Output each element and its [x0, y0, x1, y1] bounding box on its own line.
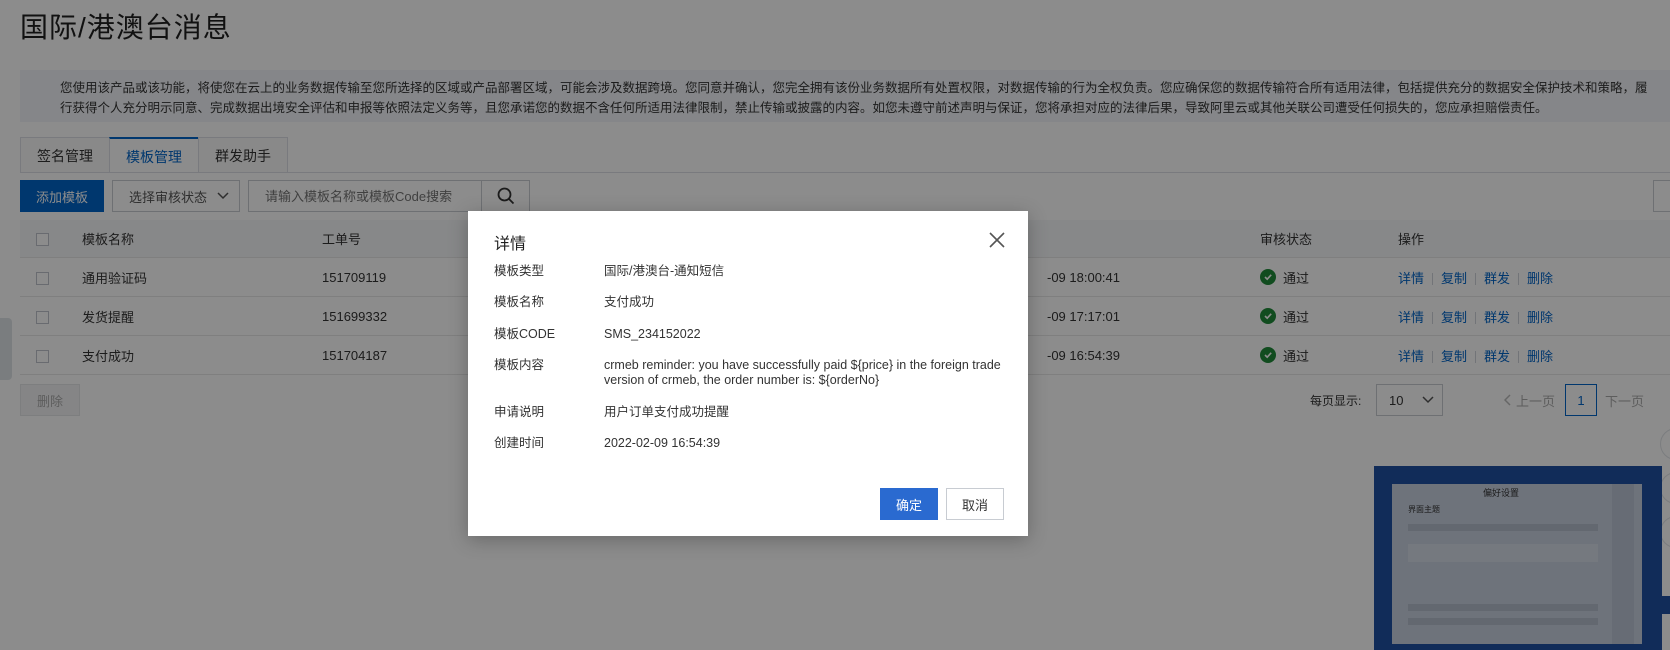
detail-row: 模板名称 支付成功 [494, 295, 1004, 310]
detail-label: 模板CODE [494, 327, 556, 341]
detail-value: 国际/港澳台-通知短信 [604, 264, 725, 278]
detail-label: 模板类型 [494, 264, 545, 278]
detail-dialog: 详情 模板类型 国际/港澳台-通知短信 模板名称 支付成功 模板CODE SMS… [468, 211, 1028, 536]
detail-label: 申请说明 [494, 405, 545, 419]
detail-label: 创建时间 [494, 436, 545, 450]
detail-row: 模板CODE SMS_234152022 [494, 327, 1004, 342]
detail-row: 模板类型 国际/港澳台-通知短信 [494, 264, 1004, 279]
detail-value: 2022-02-09 16:54:39 [604, 436, 721, 450]
detail-row: 申请说明 用户订单支付成功提醒 [494, 405, 1004, 420]
detail-value: 支付成功 [604, 295, 655, 309]
detail-value: crmeb reminder: you have successfully pa… [604, 358, 1001, 387]
close-icon[interactable] [988, 231, 1006, 249]
detail-label: 模板内容 [494, 358, 545, 372]
detail-value: SMS_234152022 [604, 327, 701, 341]
detail-label: 模板名称 [494, 295, 545, 309]
detail-row: 模板内容 crmeb reminder: you have successful… [494, 358, 1004, 388]
cancel-button[interactable]: 取消 [946, 488, 1004, 520]
dialog-title: 详情 [494, 236, 527, 253]
detail-row: 创建时间 2022-02-09 16:54:39 [494, 436, 1004, 451]
detail-value: 用户订单支付成功提醒 [604, 405, 730, 419]
confirm-button[interactable]: 确定 [880, 488, 938, 520]
dialog-footer: 确定 取消 [880, 488, 1004, 520]
